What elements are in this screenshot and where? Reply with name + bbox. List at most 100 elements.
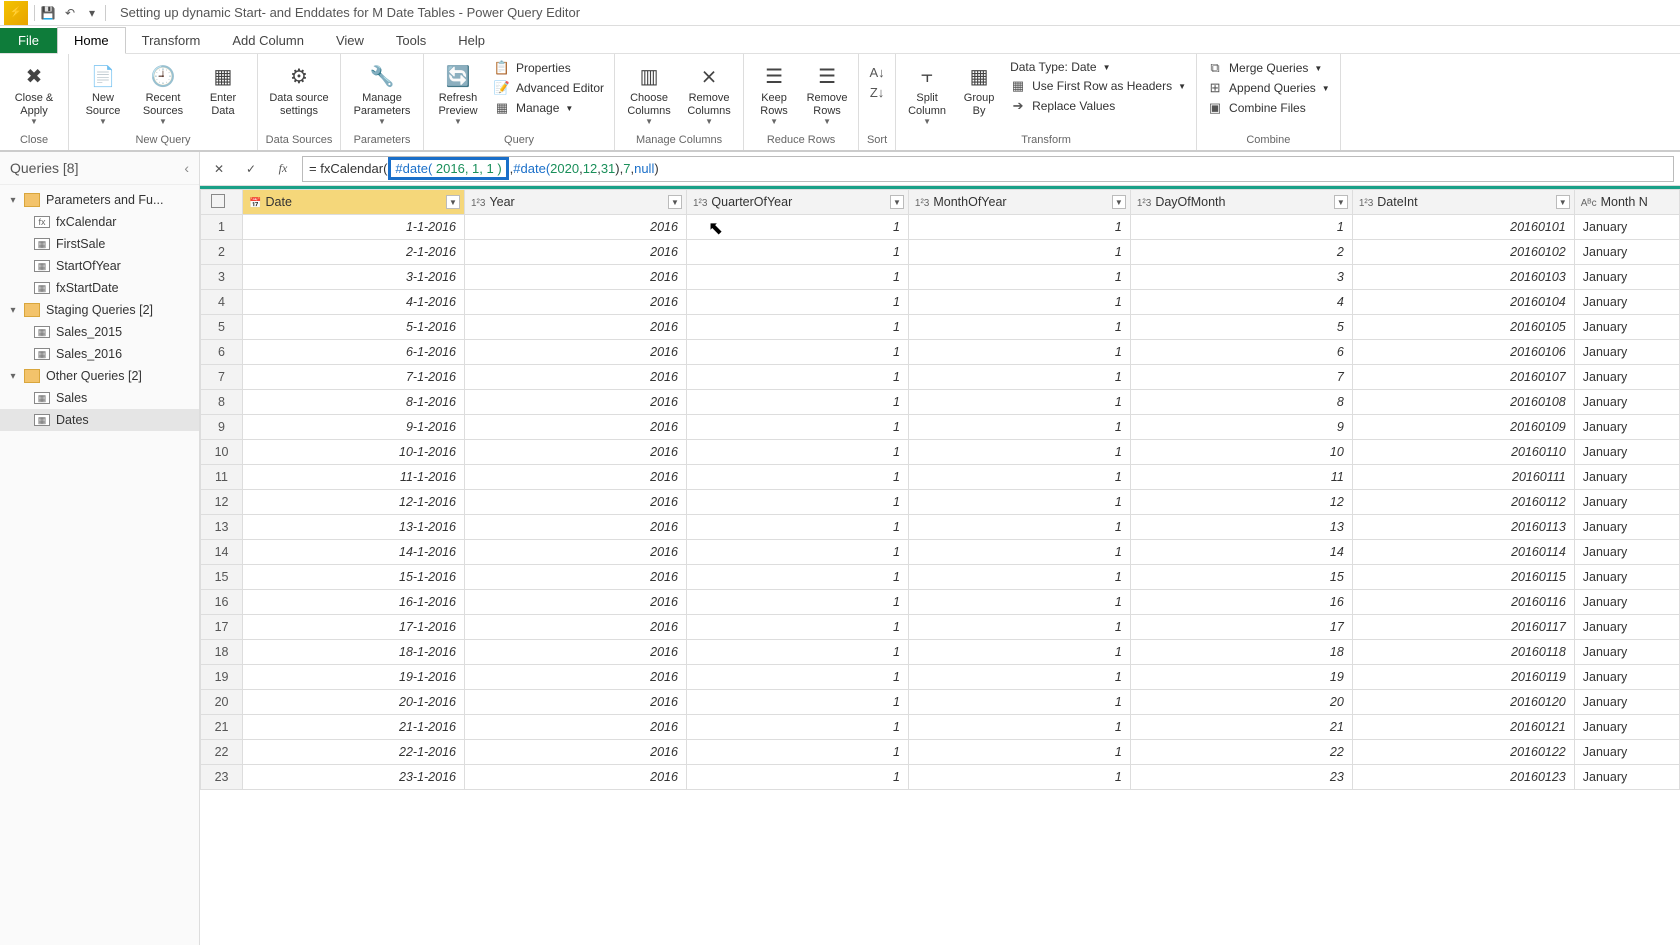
query-fxcalendar[interactable]: fxfxCalendar — [0, 211, 199, 233]
cell-date[interactable]: 13-1-2016 — [243, 515, 465, 540]
cell-year[interactable]: 2016 — [465, 665, 687, 690]
table-row[interactable]: 77-1-2016201611720160107January — [201, 365, 1680, 390]
cell-quarter[interactable]: 1 — [686, 440, 908, 465]
cell-quarter[interactable]: 1 — [686, 415, 908, 440]
cell-month[interactable]: 1 — [908, 665, 1130, 690]
keep-rows-button[interactable]: ☰ Keep Rows ▼ — [750, 58, 798, 128]
query-sales-2015[interactable]: ▦Sales_2015 — [0, 321, 199, 343]
corner-cell[interactable] — [201, 190, 243, 215]
row-number[interactable]: 22 — [201, 740, 243, 765]
cell-monthname[interactable]: January — [1574, 440, 1679, 465]
cell-date[interactable]: 10-1-2016 — [243, 440, 465, 465]
row-number[interactable]: 17 — [201, 615, 243, 640]
cell-dateint[interactable]: 20160111 — [1352, 465, 1574, 490]
cell-dateint[interactable]: 20160105 — [1352, 315, 1574, 340]
combine-files-button[interactable]: ▣Combine Files — [1203, 98, 1334, 118]
cell-dateint[interactable]: 20160119 — [1352, 665, 1574, 690]
cell-quarter[interactable]: 1 — [686, 615, 908, 640]
cell-month[interactable]: 1 — [908, 290, 1130, 315]
query-firstsale[interactable]: ▦FirstSale — [0, 233, 199, 255]
query-startofyear[interactable]: ▦StartOfYear — [0, 255, 199, 277]
cell-day[interactable]: 1 — [1130, 215, 1352, 240]
row-number[interactable]: 13 — [201, 515, 243, 540]
home-tab[interactable]: Home — [57, 27, 126, 54]
cell-dateint[interactable]: 20160112 — [1352, 490, 1574, 515]
filter-dropdown-icon[interactable]: ▼ — [668, 195, 682, 209]
table-row[interactable]: 1717-1-20162016111720160117January — [201, 615, 1680, 640]
row-number[interactable]: 19 — [201, 665, 243, 690]
cell-month[interactable]: 1 — [908, 265, 1130, 290]
cell-dateint[interactable]: 20160102 — [1352, 240, 1574, 265]
cell-monthname[interactable]: January — [1574, 490, 1679, 515]
group-by-button[interactable]: ▦ Group By — [956, 58, 1002, 120]
cell-date[interactable]: 5-1-2016 — [243, 315, 465, 340]
cell-monthname[interactable]: January — [1574, 415, 1679, 440]
table-row[interactable]: 1212-1-20162016111220160112January — [201, 490, 1680, 515]
advanced-editor-button[interactable]: 📝Advanced Editor — [490, 78, 608, 98]
cell-quarter[interactable]: 1 — [686, 640, 908, 665]
cell-year[interactable]: 2016 — [465, 365, 687, 390]
cell-quarter[interactable]: 1 — [686, 240, 908, 265]
file-tab[interactable]: File — [0, 28, 57, 53]
filter-dropdown-icon[interactable]: ▼ — [1112, 195, 1126, 209]
cell-month[interactable]: 1 — [908, 590, 1130, 615]
cell-day[interactable]: 16 — [1130, 590, 1352, 615]
cell-monthname[interactable]: January — [1574, 590, 1679, 615]
help-tab[interactable]: Help — [442, 28, 501, 53]
folder-other[interactable]: ▾Other Queries [2] — [0, 365, 199, 387]
cell-day[interactable]: 9 — [1130, 415, 1352, 440]
table-row[interactable]: 66-1-2016201611620160106January — [201, 340, 1680, 365]
row-number[interactable]: 2 — [201, 240, 243, 265]
cell-date[interactable]: 8-1-2016 — [243, 390, 465, 415]
table-row[interactable]: 1818-1-20162016111820160118January — [201, 640, 1680, 665]
recent-sources-button[interactable]: 🕘 Recent Sources ▼ — [135, 58, 191, 128]
filter-dropdown-icon[interactable]: ▼ — [1556, 195, 1570, 209]
cell-monthname[interactable]: January — [1574, 640, 1679, 665]
cell-month[interactable]: 1 — [908, 515, 1130, 540]
cell-month[interactable]: 1 — [908, 390, 1130, 415]
cell-date[interactable]: 9-1-2016 — [243, 415, 465, 440]
properties-button[interactable]: 📋Properties — [490, 58, 608, 78]
cell-quarter[interactable]: 1 — [686, 765, 908, 790]
cell-day[interactable]: 11 — [1130, 465, 1352, 490]
cell-monthname[interactable]: January — [1574, 465, 1679, 490]
cell-day[interactable]: 6 — [1130, 340, 1352, 365]
cell-dateint[interactable]: 20160113 — [1352, 515, 1574, 540]
cell-quarter[interactable]: 1 — [686, 515, 908, 540]
cell-day[interactable]: 22 — [1130, 740, 1352, 765]
new-source-button[interactable]: 📄 New Source ▼ — [75, 58, 131, 128]
fx-icon[interactable]: fx — [270, 156, 296, 182]
view-tab[interactable]: View — [320, 28, 380, 53]
cell-month[interactable]: 1 — [908, 540, 1130, 565]
cell-month[interactable]: 1 — [908, 640, 1130, 665]
cell-day[interactable]: 12 — [1130, 490, 1352, 515]
data-type-button[interactable]: Data Type: Date ▼ — [1006, 58, 1190, 76]
cell-monthname[interactable]: January — [1574, 665, 1679, 690]
formula-input[interactable]: = fxCalendar( #date( 2016, 1, 1 ) , #dat… — [302, 156, 1674, 182]
close-apply-button[interactable]: ✖ Close & Apply ▼ — [6, 58, 62, 128]
cell-quarter[interactable]: 1 — [686, 365, 908, 390]
cell-date[interactable]: 3-1-2016 — [243, 265, 465, 290]
cell-month[interactable]: 1 — [908, 490, 1130, 515]
cell-date[interactable]: 17-1-2016 — [243, 615, 465, 640]
cell-year[interactable]: 2016 — [465, 690, 687, 715]
table-row[interactable]: 1616-1-20162016111620160116January — [201, 590, 1680, 615]
table-row[interactable]: 1010-1-20162016111020160110January — [201, 440, 1680, 465]
cell-quarter[interactable]: 1 — [686, 390, 908, 415]
cell-dateint[interactable]: 20160117 — [1352, 615, 1574, 640]
cell-quarter[interactable]: 1 — [686, 540, 908, 565]
cell-year[interactable]: 2016 — [465, 215, 687, 240]
table-row[interactable]: 1919-1-20162016111920160119January — [201, 665, 1680, 690]
query-fxstartdate[interactable]: ▦fxStartDate — [0, 277, 199, 299]
table-row[interactable]: 1515-1-20162016111520160115January — [201, 565, 1680, 590]
filter-dropdown-icon[interactable]: ▼ — [1334, 195, 1348, 209]
cell-date[interactable]: 22-1-2016 — [243, 740, 465, 765]
cell-year[interactable]: 2016 — [465, 540, 687, 565]
cell-quarter[interactable]: 1 — [686, 465, 908, 490]
cell-date[interactable]: 12-1-2016 — [243, 490, 465, 515]
cell-monthname[interactable]: January — [1574, 565, 1679, 590]
cell-monthname[interactable]: January — [1574, 265, 1679, 290]
row-number[interactable]: 15 — [201, 565, 243, 590]
cell-monthname[interactable]: January — [1574, 765, 1679, 790]
cell-quarter[interactable]: 1 — [686, 665, 908, 690]
